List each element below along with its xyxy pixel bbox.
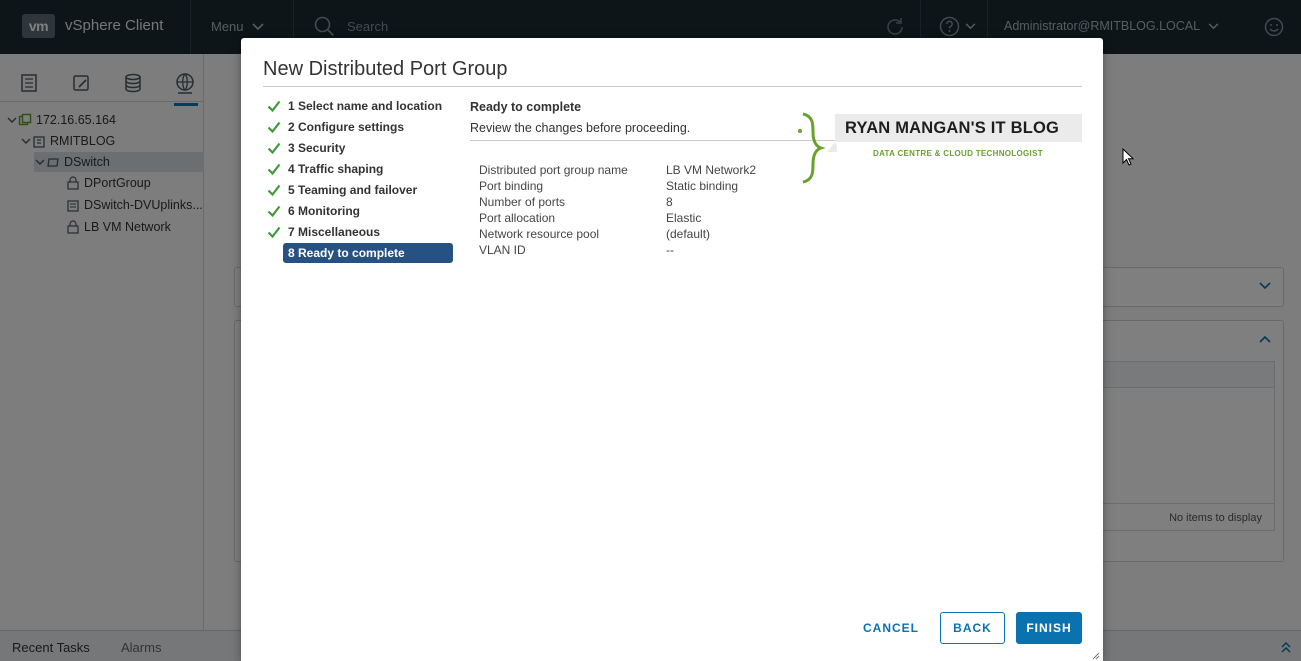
wizard-step-4[interactable]: 4 Traffic shaping	[267, 159, 457, 179]
watermark-title: RYAN MANGAN'S IT BLOG	[845, 119, 1060, 137]
step-subheading: Review the changes before proceeding.	[470, 121, 691, 135]
summary-value: (default)	[666, 227, 711, 241]
wizard-step-6[interactable]: 6 Monitoring	[267, 201, 457, 221]
new-distributed-port-group-dialog: New Distributed Port Group 1 Select name…	[241, 38, 1103, 661]
summary-row: VLAN ID --	[479, 243, 859, 259]
step-label: 7 Miscellaneous	[288, 225, 381, 239]
checkmark-icon	[267, 142, 281, 154]
step-label: 8 Ready to complete	[288, 246, 405, 260]
back-button[interactable]: BACK	[940, 612, 1005, 644]
step-label: 5 Teaming and failover	[288, 183, 418, 197]
brace-logo-icon	[798, 112, 837, 184]
checkmark-icon	[267, 100, 281, 112]
wizard-step-8[interactable]: 8 Ready to complete	[283, 243, 453, 263]
wizard-step-2[interactable]: 2 Configure settings	[267, 117, 457, 137]
wizard-step-1[interactable]: 1 Select name and location	[267, 96, 457, 116]
resize-handle-icon[interactable]	[1092, 652, 1100, 660]
summary-row: Network resource pool (default)	[479, 227, 859, 243]
summary-value: Elastic	[666, 211, 702, 225]
summary-value: 8	[666, 195, 673, 209]
checkmark-icon	[267, 184, 281, 196]
mouse-cursor-icon	[1122, 148, 1134, 166]
wizard-step-7[interactable]: 7 Miscellaneous	[267, 222, 457, 242]
step-label: 3 Security	[288, 141, 346, 155]
checkmark-icon	[267, 121, 281, 133]
watermark-subtitle: DATA CENTRE & CLOUD TECHNOLOGIST	[873, 149, 1043, 158]
blog-watermark: RYAN MANGAN'S IT BLOG DATA CENTRE & CLOU…	[797, 110, 1082, 188]
checkmark-icon	[267, 205, 281, 217]
summary-row: Number of ports 8	[479, 195, 859, 211]
finish-button[interactable]: FINISH	[1016, 612, 1082, 644]
step-label: 1 Select name and location	[288, 99, 443, 113]
step-label: 6 Monitoring	[288, 204, 360, 218]
checkmark-icon	[267, 163, 281, 175]
dialog-title: New Distributed Port Group	[263, 58, 508, 80]
wizard-step-3[interactable]: 3 Security	[267, 138, 457, 158]
wizard-step-5[interactable]: 5 Teaming and failover	[267, 180, 457, 200]
summary-key: Port allocation	[479, 211, 556, 225]
summary-row: Port allocation Elastic	[479, 211, 859, 227]
step-label: 2 Configure settings	[288, 120, 405, 134]
checkmark-icon	[267, 226, 281, 238]
summary-key: Number of ports	[479, 195, 566, 209]
title-divider	[263, 86, 1082, 87]
cancel-button[interactable]: CANCEL	[855, 612, 927, 644]
summary-key: Distributed port group name	[479, 163, 628, 177]
step-label: 4 Traffic shaping	[288, 162, 384, 176]
summary-key: Port binding	[479, 179, 544, 193]
summary-key: Network resource pool	[479, 227, 600, 241]
summary-value: --	[666, 243, 674, 257]
summary-key: VLAN ID	[479, 243, 526, 257]
